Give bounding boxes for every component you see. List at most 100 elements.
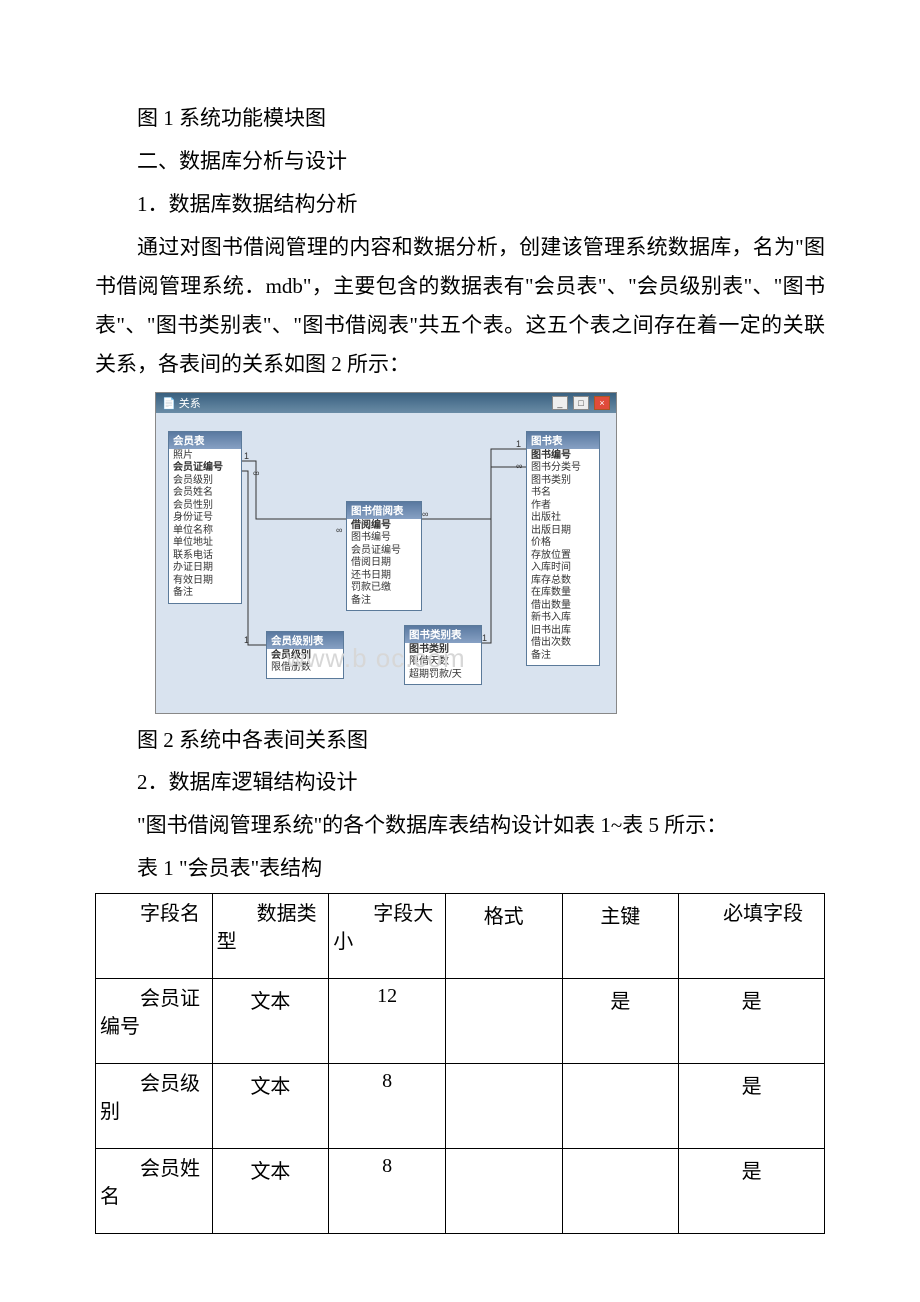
db-field: 身份证号 — [173, 512, 237, 525]
schema-table-body: 会员证编号文本12是是会员级别文本8是会员姓名文本8是 — [96, 978, 825, 1233]
db-field: 备注 — [351, 595, 417, 608]
table-row: 会员姓名文本8是 — [96, 1148, 825, 1233]
db-field: 在库数量 — [531, 587, 595, 600]
db-field: 库存总数 — [531, 575, 595, 588]
db-field: 罚款已缴 — [351, 582, 417, 595]
table-cell — [562, 1063, 679, 1148]
maximize-icon: □ — [573, 396, 589, 410]
db-field: 备注 — [531, 650, 595, 663]
table-cell — [445, 1148, 562, 1233]
db-field: 旧书出库 — [531, 625, 595, 638]
db-field: 办证日期 — [173, 562, 237, 575]
db-table-borrow: 图书借阅表 借阅编号图书编号会员证编号借阅日期还书日期罚款已缴备注 — [346, 501, 422, 612]
table-cell — [445, 978, 562, 1063]
db-field: 会员性别 — [173, 500, 237, 513]
db-field: 图书编号 — [351, 532, 417, 545]
col-format: 格式 — [450, 900, 558, 929]
db-table-title: 会员表 — [169, 432, 241, 449]
window-title: 关系 — [179, 398, 201, 410]
db-field: 会员证编号 — [173, 462, 237, 475]
table-cell: 是 — [562, 978, 679, 1063]
db-table-fields: 借阅编号图书编号会员证编号借阅日期还书日期罚款已缴备注 — [347, 519, 421, 611]
db-field: 单位地址 — [173, 537, 237, 550]
db-table-fields: 图书编号图书分类号图书类别书名作者出版社出版日期价格存放位置入库时间库存总数在库… — [527, 449, 599, 666]
window-controls: _ □ × — [550, 396, 610, 410]
db-field: 借阅编号 — [351, 520, 417, 533]
rel-many-label: ∞ — [422, 509, 428, 519]
db-field: 图书分类号 — [531, 462, 595, 475]
table-cell: 会员级别 — [96, 1063, 213, 1148]
relationship-diagram: 📄 关系 _ □ × 会员表 — [155, 392, 615, 714]
table-header-row: 字段名 数据类型 字段大小 格式 主键 必填字段 — [96, 893, 825, 978]
minimize-icon: _ — [552, 396, 568, 410]
db-field: 图书编号 — [531, 450, 595, 463]
col-field-name: 字段名 — [100, 900, 208, 928]
db-table-book: 图书表 图书编号图书分类号图书类别书名作者出版社出版日期价格存放位置入库时间库存… — [526, 431, 600, 667]
rel-many-label: ∞ — [253, 468, 259, 478]
col-required: 必填字段 — [683, 900, 820, 928]
db-field: 图书类别 — [531, 475, 595, 488]
relationship-window: 📄 关系 _ □ × 会员表 — [155, 392, 617, 714]
close-icon: × — [594, 396, 610, 410]
db-table-member: 会员表 照片会员证编号会员级别会员姓名会员性别身份证号单位名称单位地址联系电话办… — [168, 431, 242, 604]
db-field: 照片 — [173, 450, 237, 463]
table-cell — [562, 1148, 679, 1233]
table-cell: 文本 — [212, 978, 329, 1063]
db-field: 出版日期 — [531, 525, 595, 538]
db-field: 会员姓名 — [173, 487, 237, 500]
table-cell: 是 — [679, 1063, 825, 1148]
body-paragraph-1: 通过对图书借阅管理的内容和数据分析，创建该管理系统数据库，名为"图书借阅管理系统… — [95, 228, 825, 383]
db-field: 会员级别 — [173, 475, 237, 488]
table1-caption: 表 1 "会员表"表结构 — [95, 850, 825, 887]
db-field: 借出数量 — [531, 600, 595, 613]
db-table-title: 图书类别表 — [405, 626, 481, 643]
db-field: 存放位置 — [531, 550, 595, 563]
db-field: 会员证编号 — [351, 545, 417, 558]
db-table-title: 图书表 — [527, 432, 599, 449]
table-cell: 会员证编号 — [96, 978, 213, 1063]
db-field: 单位名称 — [173, 525, 237, 538]
db-field: 新书入库 — [531, 612, 595, 625]
body-paragraph-2: "图书借阅管理系统"的各个数据库表结构设计如表 1~表 5 所示： — [95, 807, 825, 844]
section-2-1-heading: 1．数据库数据结构分析 — [95, 186, 825, 223]
db-field: 备注 — [173, 587, 237, 600]
table-cell: 8 — [329, 1148, 446, 1233]
rel-many-label: ∞ — [516, 461, 522, 471]
db-field: 出版社 — [531, 512, 595, 525]
table-row: 会员级别文本8 是 — [96, 1063, 825, 1148]
db-table-fields: 照片会员证编号会员级别会员姓名会员性别身份证号单位名称单位地址联系电话办证日期有… — [169, 449, 241, 603]
rel-one-label: 1 — [516, 439, 521, 449]
db-field: 借出次数 — [531, 637, 595, 650]
col-primary-key: 主键 — [567, 900, 675, 929]
db-field: 联系电话 — [173, 550, 237, 563]
col-field-size: 字段大小 — [333, 900, 441, 956]
watermark-text: www.b oc.com — [286, 643, 466, 674]
figure1-caption: 图 1 系统功能模块图 — [95, 100, 825, 137]
table-cell: 是 — [679, 978, 825, 1063]
window-titlebar: 📄 关系 _ □ × — [156, 393, 616, 413]
db-field: 借阅日期 — [351, 557, 417, 570]
col-data-type: 数据类型 — [217, 900, 325, 956]
rel-one-label: 1 — [244, 451, 249, 461]
table-cell: 是 — [679, 1148, 825, 1233]
db-field: 入库时间 — [531, 562, 595, 575]
db-field: 书名 — [531, 487, 595, 500]
figure2-caption: 图 2 系统中各表间关系图 — [95, 722, 825, 759]
section-2-heading: 二、数据库分析与设计 — [95, 143, 825, 180]
schema-table-1: 字段名 数据类型 字段大小 格式 主键 必填字段 会员证编号文本12是是会员级别… — [95, 893, 825, 1234]
table-cell — [445, 1063, 562, 1148]
table-cell: 文本 — [212, 1148, 329, 1233]
rel-one-label: 1 — [244, 635, 249, 645]
db-field: 作者 — [531, 500, 595, 513]
db-field: 价格 — [531, 537, 595, 550]
table-cell: 12 — [329, 978, 446, 1063]
db-table-title: 图书借阅表 — [347, 502, 421, 519]
db-field: 还书日期 — [351, 570, 417, 583]
rel-many-label: ∞ — [336, 525, 342, 535]
db-field: 有效日期 — [173, 575, 237, 588]
section-2-2-heading: 2．数据库逻辑结构设计 — [95, 764, 825, 801]
table-cell: 8 — [329, 1063, 446, 1148]
table-row: 会员证编号文本12 是是 — [96, 978, 825, 1063]
table-cell: 文本 — [212, 1063, 329, 1148]
rel-one-label: 1 — [482, 633, 487, 643]
